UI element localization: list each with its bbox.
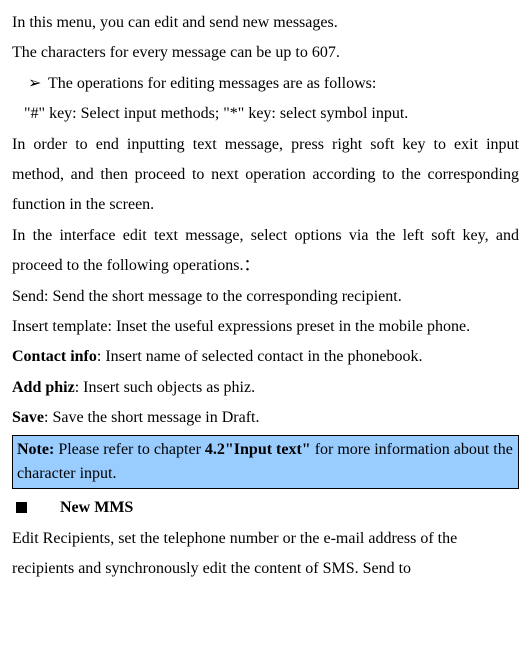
- label-save: Save: [12, 409, 44, 426]
- body-text: Insert template: Inset the useful expres…: [12, 312, 519, 342]
- note-label: Note:: [17, 441, 54, 458]
- body-text: Add phiz: Insert such objects as phiz.: [12, 373, 519, 403]
- label-text: : Save the short message in Draft.: [44, 409, 260, 426]
- body-text: Send: Send the short message to the corr…: [12, 282, 519, 312]
- note-text: Please refer to chapter: [54, 441, 205, 458]
- label-contact-info: Contact info: [12, 348, 97, 365]
- body-text: In order to end inputting text message, …: [12, 130, 519, 221]
- section-heading-new-mms: New MMS: [12, 493, 519, 523]
- body-text: "#" key: Select input methods; "*" key: …: [12, 99, 519, 129]
- body-text: Save: Save the short message in Draft.: [12, 403, 519, 433]
- body-text: In the interface edit text message, sele…: [12, 221, 519, 282]
- label-text: : Insert such objects as phiz.: [75, 379, 255, 396]
- body-text: Edit Recipients, set the telephone numbe…: [12, 524, 519, 585]
- body-text: In this menu, you can edit and send new …: [12, 8, 519, 38]
- note-box: Note: Please refer to chapter 4.2"Input …: [12, 435, 519, 489]
- label-add-phiz: Add phiz: [12, 379, 75, 396]
- body-text: Contact info: Insert name of selected co…: [12, 342, 519, 372]
- bullet-item: The operations for editing messages are …: [12, 69, 519, 99]
- body-text: The characters for every message can be …: [12, 38, 519, 68]
- note-ref: 4.2"Input text": [205, 441, 311, 458]
- label-text: : Insert name of selected contact in the…: [97, 348, 423, 365]
